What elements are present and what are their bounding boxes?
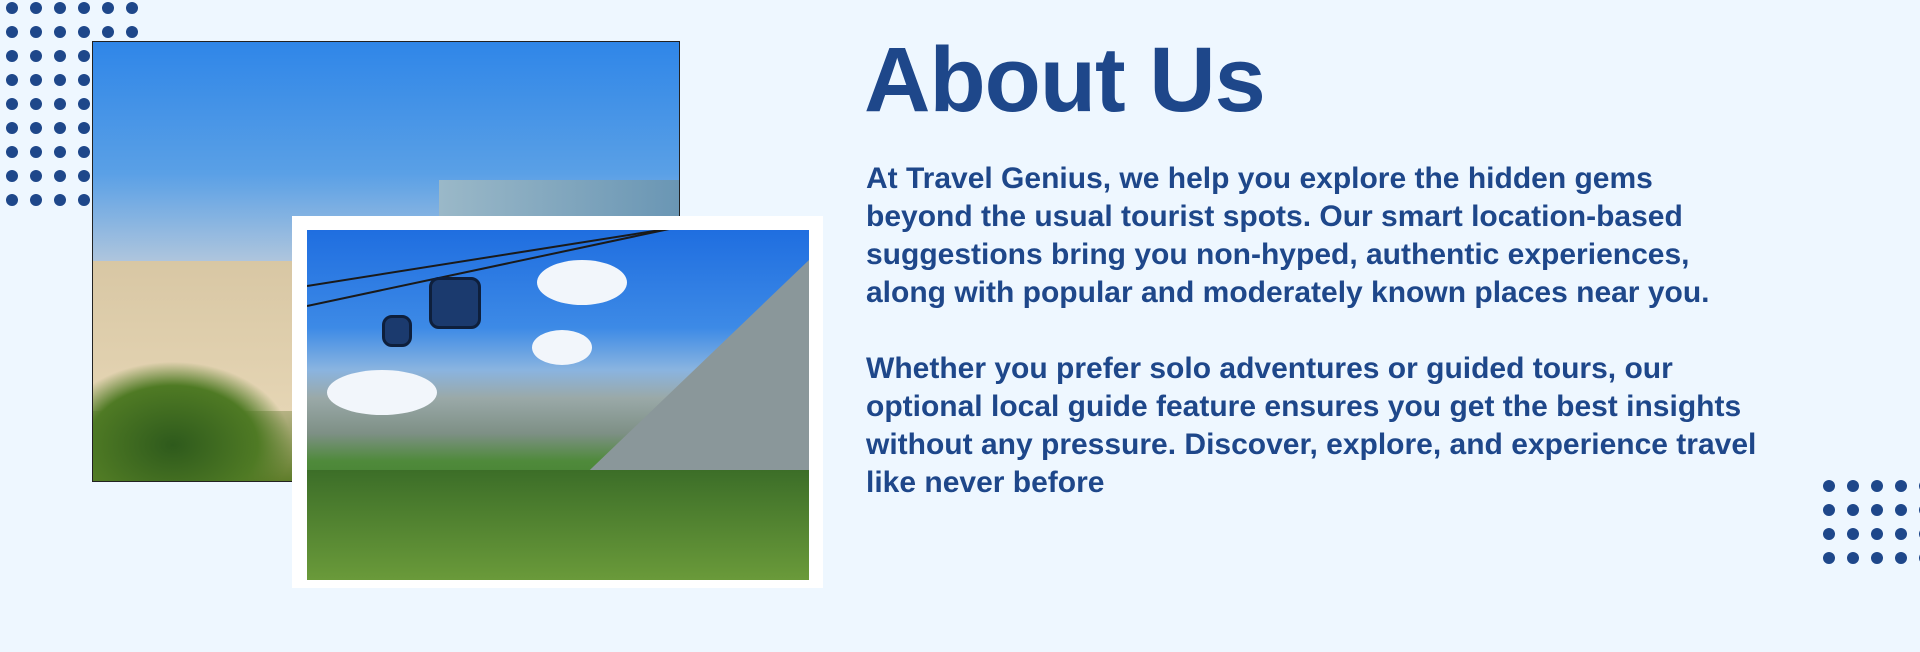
decorative-dot-grid-bottom-right [1823, 480, 1920, 564]
gondola-icon [429, 277, 481, 329]
about-paragraph-2: Whether you prefer solo adventures or gu… [866, 352, 1757, 499]
section-title: About Us [864, 29, 1266, 131]
about-paragraph-1: At Travel Genius, we help you explore th… [866, 162, 1710, 309]
mountain-cable-car-photo [307, 230, 809, 580]
gondola-icon [382, 315, 412, 347]
